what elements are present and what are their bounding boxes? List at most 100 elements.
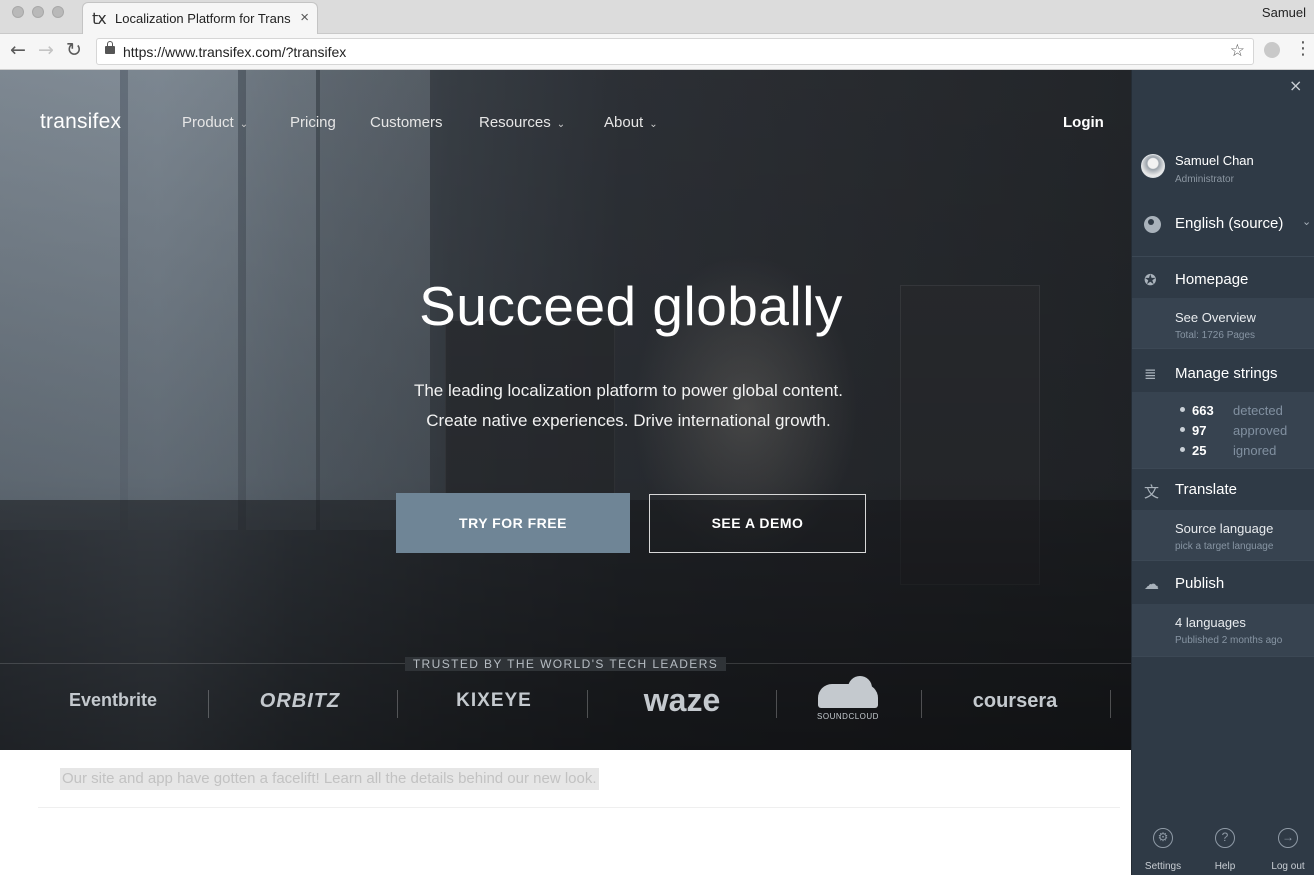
forward-icon[interactable]: → (38, 39, 54, 61)
divider (397, 690, 398, 718)
globe-icon (1144, 216, 1161, 233)
tab-close-icon[interactable]: × (300, 9, 309, 26)
panel-close-icon[interactable]: × (1289, 76, 1302, 95)
user-role: Administrator (1175, 174, 1234, 185)
section-publish-title[interactable]: Publish (1175, 575, 1224, 592)
divider (1132, 256, 1314, 257)
bullet-icon (1180, 407, 1185, 412)
divider (1132, 348, 1314, 349)
chevron-down-icon[interactable]: ⌄ (1302, 215, 1311, 228)
brand-logo-eventbrite: Eventbrite (68, 690, 158, 710)
published-date: Published 2 months ago (1175, 635, 1283, 646)
lock-icon (105, 41, 115, 54)
divider (38, 807, 1120, 808)
divider (208, 690, 209, 718)
settings-label[interactable]: Settings (1145, 861, 1181, 872)
brand-logo-kixeye: KIXEYE (456, 690, 532, 711)
homepage-total-pages: Total: 1726 Pages (1175, 330, 1256, 341)
help-label[interactable]: Help (1215, 861, 1236, 872)
chevron-down-icon: ⌄ (649, 119, 658, 130)
nav-about[interactable]: About ⌄ (604, 114, 658, 131)
tab-title: Localization Platform for Translation (115, 11, 291, 26)
brand-logo-coursera: coursera (972, 690, 1058, 712)
url-text[interactable]: https://www.transifex.com/?transifex (123, 44, 346, 60)
divider (776, 690, 777, 718)
hero-headline: Succeed globally (419, 275, 843, 337)
stat-approved-label[interactable]: approved (1233, 423, 1287, 438)
hero-section: transifex Product ⌄ Pricing Customers Res… (0, 70, 1131, 750)
settings-icon[interactable]: ⚙ (1153, 828, 1173, 848)
site-logo[interactable]: transifex (40, 110, 121, 134)
facelift-notice-link[interactable]: Our site and app have gotten a facelift!… (60, 768, 599, 790)
browser-profile[interactable]: Samuel (1262, 5, 1306, 20)
bullet-icon (1180, 447, 1185, 452)
brand-logo-orbitz: ORBITZ (259, 690, 341, 712)
compass-icon: ✪ (1144, 271, 1157, 289)
section-publish-body: 4 languages Published 2 months ago (1132, 604, 1314, 656)
translate-icon: 文 (1144, 483, 1160, 501)
logout-label[interactable]: Log out (1271, 861, 1304, 872)
browser-menu-icon[interactable]: ⋮ (1294, 38, 1312, 59)
nav-about-label: About (604, 114, 644, 131)
back-icon[interactable]: ← (10, 39, 26, 61)
divider (1110, 690, 1111, 718)
soundcloud-icon (818, 676, 878, 708)
minimize-window-button[interactable] (32, 6, 44, 18)
source-language-link[interactable]: Source language (1175, 521, 1273, 536)
section-translate-body: Source language pick a target language (1132, 510, 1314, 560)
stat-ignored-count: 25 (1192, 443, 1207, 458)
section-manage-strings-body: 663 detected 97 approved 25 ignored (1132, 392, 1314, 468)
hero-subtitle-line-2: Create native experiences. Drive interna… (426, 411, 831, 430)
nav-product-label: Product (182, 114, 234, 131)
nav-pricing[interactable]: Pricing (290, 114, 336, 131)
nav-resources[interactable]: Resources ⌄ (479, 114, 565, 131)
brand-logo-soundcloud: SOUNDCLOUD (817, 712, 879, 721)
stat-approved-count: 97 (1192, 423, 1207, 438)
section-manage-strings-title[interactable]: Manage strings (1175, 365, 1278, 382)
try-for-free-button[interactable]: TRY FOR FREE (396, 493, 630, 553)
stat-ignored-label[interactable]: ignored (1233, 443, 1276, 458)
user-name: Samuel Chan (1175, 153, 1254, 168)
chevron-down-icon: ⌄ (239, 119, 249, 130)
see-overview-link[interactable]: See Overview (1175, 310, 1256, 325)
divider (1132, 560, 1314, 561)
stat-detected-label[interactable]: detected (1233, 403, 1283, 418)
browser-titlebar: tx Localization Platform for Translation… (0, 0, 1314, 34)
cloud-upload-icon: ☁ (1144, 575, 1159, 593)
logout-icon[interactable]: → (1278, 828, 1298, 848)
divider (587, 690, 588, 718)
extension-icon[interactable] (1264, 42, 1280, 58)
avatar (1141, 154, 1165, 178)
section-homepage-title[interactable]: Homepage (1175, 271, 1248, 288)
chevron-down-icon: ⌄ (556, 119, 566, 130)
tab-favicon-icon: tx (92, 9, 107, 28)
language-select[interactable]: English (source) (1175, 215, 1293, 232)
nav-product[interactable]: Product ⌄ (182, 114, 248, 131)
hero-subtitle-line-1: The leading localization platform to pow… (413, 381, 844, 400)
close-window-button[interactable] (12, 6, 24, 18)
bullet-icon (1180, 427, 1185, 432)
stat-detected-count: 663 (1192, 403, 1214, 418)
brand-logo-waze: waze (643, 682, 721, 718)
list-check-icon: ≣ (1144, 365, 1157, 383)
transifex-live-panel: × Samuel Chan Administrator English (sou… (1131, 70, 1314, 875)
divider (921, 690, 922, 718)
section-translate-title[interactable]: Translate (1175, 481, 1237, 498)
trusted-heading-text: TRUSTED BY THE WORLD'S TECH LEADERS (404, 657, 727, 671)
languages-link[interactable]: 4 languages (1175, 615, 1246, 630)
help-icon[interactable]: ? (1215, 828, 1235, 848)
see-a-demo-button[interactable]: SEE A DEMO (649, 494, 866, 553)
divider (1132, 468, 1314, 469)
browser-tab[interactable]: tx Localization Platform for Translation… (82, 2, 318, 34)
reload-icon[interactable]: ↻ (66, 39, 82, 61)
login-link[interactable]: Login (1063, 114, 1104, 131)
nav-resources-label: Resources (479, 114, 551, 131)
bookmark-star-icon[interactable]: ☆ (1230, 41, 1245, 61)
address-bar[interactable]: https://www.transifex.com/?transifex ☆ (96, 38, 1254, 65)
translate-hint: pick a target language (1175, 541, 1274, 552)
trusted-heading: TRUSTED BY THE WORLD'S TECH LEADERS (0, 657, 1131, 671)
nav-customers[interactable]: Customers (370, 114, 443, 131)
divider (1132, 656, 1314, 657)
browser-toolbar: ← → ↻ https://www.transifex.com/?transif… (0, 34, 1314, 70)
maximize-window-button[interactable] (52, 6, 64, 18)
